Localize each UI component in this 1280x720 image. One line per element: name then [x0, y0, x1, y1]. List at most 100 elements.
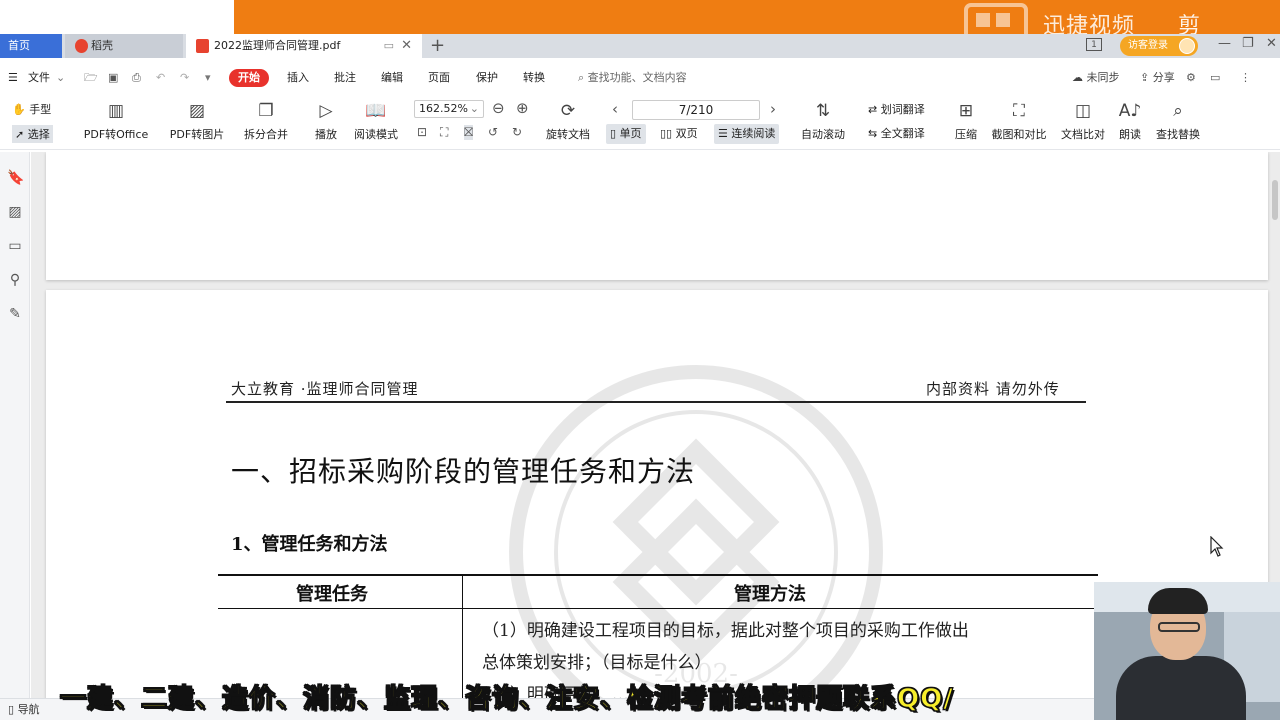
quick-access-more-icon[interactable]: ▾ [205, 69, 211, 87]
minimize-icon[interactable]: — [1218, 36, 1231, 56]
next-page-icon[interactable]: › [770, 100, 776, 118]
split-merge-icon: ❐ [258, 101, 274, 121]
auto-scroll-button[interactable]: ⇅ 自动滚动 [794, 100, 852, 142]
zoom-select[interactable]: 162.52% ⌄ [414, 100, 484, 118]
search-icon: ⌕ [1173, 101, 1183, 121]
split-merge-label: 拆分合并 [244, 128, 288, 141]
read-mode-button[interactable]: 📖 阅读模式 [350, 100, 402, 142]
hamburger-icon[interactable]: ☰ [8, 69, 18, 87]
rotate-document-icon: ⟳ [560, 101, 576, 121]
print-icon[interactable]: ⎙ [132, 69, 141, 87]
share-button[interactable]: ⇪ 分享 [1140, 69, 1175, 87]
read-aloud-button[interactable]: A♪ 朗读 [1114, 100, 1146, 142]
redo-icon[interactable]: ↷ [180, 69, 189, 87]
compress-button[interactable]: ⊞ 压缩 [950, 100, 982, 142]
menu-insert[interactable]: 插入 [287, 69, 309, 87]
menu-start[interactable]: 开始 [229, 69, 269, 87]
ribbon-toolbar: ✋ 手型 ➚ 选择 ▥ PDF转Office ▨ PDF转图片 ❐ 拆分合并 ▷… [0, 94, 1280, 150]
continuous-read-toggle[interactable]: ☰ 连续阅读 [714, 124, 780, 144]
select-tool-button[interactable]: ➚ 选择 [12, 125, 53, 143]
play-button[interactable]: ▷ 播放 [308, 100, 344, 142]
zoom-in-icon[interactable]: ⊕ [516, 99, 529, 117]
chevron-down-icon[interactable]: ⌄ [56, 69, 65, 87]
screenshot-compare-button[interactable]: ⛶ 截图和对比 [988, 100, 1050, 142]
rotate-left-icon[interactable]: ↺ [488, 125, 498, 139]
translate-full-label: 全文翻译 [880, 127, 925, 140]
guest-login-button[interactable]: 访客登录 [1120, 36, 1198, 56]
rotate-right-icon[interactable]: ↻ [512, 125, 522, 139]
double-page-toggle[interactable]: ▯▯ 双页 [656, 124, 702, 144]
presenter-hair [1148, 588, 1208, 614]
close-tab-icon[interactable]: ✕ [401, 34, 412, 58]
translate-full-button[interactable]: ⇆ 全文翻译 [868, 125, 925, 141]
pdf-to-office-button[interactable]: ▥ PDF转Office [78, 100, 154, 142]
share-label: 分享 [1152, 71, 1175, 84]
fit-width-icon[interactable]: ⛝ [464, 125, 474, 140]
search-icon: ⌕ [578, 71, 585, 84]
document-viewport[interactable]: -2002- 大立教育 ·监理师合同管理 内部资料 请勿外传 一、招标采购阶段的… [31, 152, 1280, 698]
page-header-right: 内部资料 请勿外传 [926, 380, 1060, 398]
signature-icon[interactable]: ✎ [7, 306, 23, 322]
rotate-document-label: 旋转文档 [546, 128, 590, 141]
share-icon: ⇪ [1140, 71, 1150, 84]
close-window-icon[interactable]: ✕ [1266, 36, 1277, 56]
fit-page-icon[interactable]: ⛶ [440, 125, 448, 140]
pdf-page-current: -2002- 大立教育 ·监理师合同管理 内部资料 请勿外传 一、招标采购阶段的… [46, 290, 1268, 698]
settings-icon[interactable]: ⚙ [1186, 69, 1196, 87]
new-tab-button[interactable]: + [430, 34, 445, 58]
restore-icon[interactable]: ❐ [1242, 36, 1254, 56]
tab-document-label: 2022监理师合同管理.pdf [214, 39, 341, 52]
bookmark-icon[interactable]: 🔖 [7, 170, 24, 186]
translate-word-button[interactable]: ⇄ 划词翻译 [868, 101, 925, 117]
cloud-sync-label: 未同步 [1086, 71, 1120, 84]
undo-icon[interactable]: ↶ [156, 69, 165, 87]
menu-protect[interactable]: 保护 [476, 69, 498, 87]
docer-icon [75, 39, 88, 53]
tab-home[interactable]: 首页 [0, 34, 62, 58]
pin-icon[interactable]: ▭ [384, 34, 394, 58]
double-page-icon: ▯▯ [660, 127, 673, 140]
cloud-sync-button[interactable]: ☁ 未同步 [1072, 69, 1120, 87]
feedback-icon[interactable]: ▭ [1210, 69, 1220, 87]
previous-page-icon[interactable]: ‹ [612, 100, 618, 118]
hand-tool-button[interactable]: ✋ 手型 [12, 101, 51, 117]
tab-docer[interactable]: 稻壳 [65, 34, 183, 58]
tab-document[interactable]: 2022监理师合同管理.pdf ▭ ✕ [186, 34, 422, 58]
document-compare-button[interactable]: ◫ 文档比对 [1058, 100, 1108, 142]
single-page-toggle[interactable]: ▯ 单页 [606, 124, 646, 144]
menu-edit[interactable]: 编辑 [381, 69, 403, 87]
document-compare-icon: ◫ [1074, 101, 1092, 121]
find-replace-button[interactable]: ⌕ 查找替换 [1152, 100, 1204, 142]
app-window: 迅捷视频 剪辑软件 首页 稻壳 2022监理师合同管理.pdf ▭ ✕ + 1 … [0, 0, 1280, 720]
split-merge-button[interactable]: ❐ 拆分合并 [236, 100, 296, 142]
function-search[interactable]: ⌕ 查找功能、文档内容 [578, 69, 687, 87]
webcam-overlay [1094, 582, 1280, 720]
menu-page[interactable]: 页面 [428, 69, 450, 87]
attachment-icon[interactable]: ⚲ [7, 272, 23, 288]
top-strip-left [0, 0, 234, 34]
thumbnail-icon[interactable]: ▨ [7, 204, 23, 220]
menu-convert[interactable]: 转换 [523, 69, 545, 87]
screenshot-compare-label: 截图和对比 [991, 128, 1047, 141]
window-count-icon[interactable]: 1 [1086, 36, 1102, 56]
vertical-scrollbar[interactable] [1272, 180, 1278, 220]
more-icon[interactable]: ⋮ [1240, 69, 1251, 87]
page-number-input[interactable]: 7/210 [632, 100, 760, 120]
hand-tool-label: 手型 [29, 103, 52, 116]
rotate-document-button[interactable]: ⟳ 旋转文档 [540, 100, 596, 142]
menu-file[interactable]: 文件 [28, 69, 50, 87]
navigation-toggle[interactable]: ▯ 导航 [8, 701, 40, 719]
save-icon[interactable]: ▣ [108, 69, 118, 87]
play-icon: ▷ [319, 101, 333, 121]
actual-size-icon[interactable]: ⊡ [417, 125, 427, 139]
menu-comment[interactable]: 批注 [334, 69, 356, 87]
zoom-out-icon[interactable]: ⊖ [492, 99, 505, 117]
comment-icon[interactable]: ▭ [7, 238, 23, 254]
presenter-body [1116, 656, 1246, 720]
auto-scroll-label: 自动滚动 [801, 128, 845, 141]
pdf-to-image-button[interactable]: ▨ PDF转图片 [166, 100, 228, 142]
open-folder-icon[interactable]: 🗁 [84, 69, 98, 87]
page-header-left: 大立教育 ·监理师合同管理 [231, 380, 419, 398]
cloud-icon: ☁ [1072, 71, 1083, 84]
pointer-icon: ➚ [15, 128, 25, 141]
